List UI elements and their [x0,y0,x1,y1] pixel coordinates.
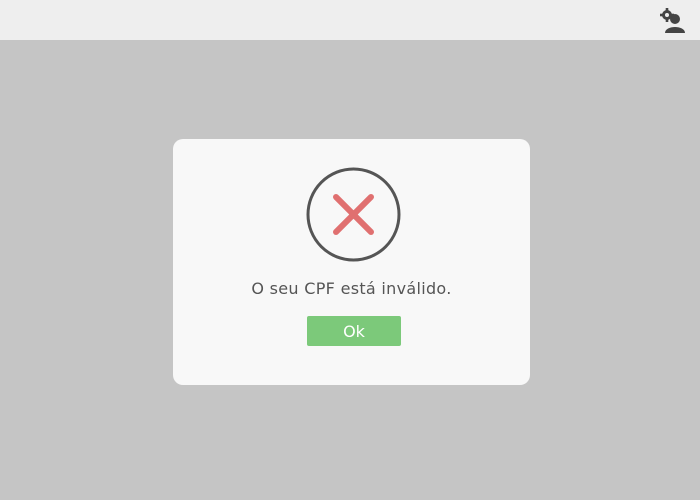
error-dialog: O seu CPF está inválido. Ok [173,139,530,385]
user-settings-icon[interactable] [660,8,686,34]
ok-button[interactable]: Ok [307,316,401,346]
top-bar [0,0,700,40]
error-message: O seu CPF está inválido. [251,279,452,298]
error-x-icon [306,167,401,262]
